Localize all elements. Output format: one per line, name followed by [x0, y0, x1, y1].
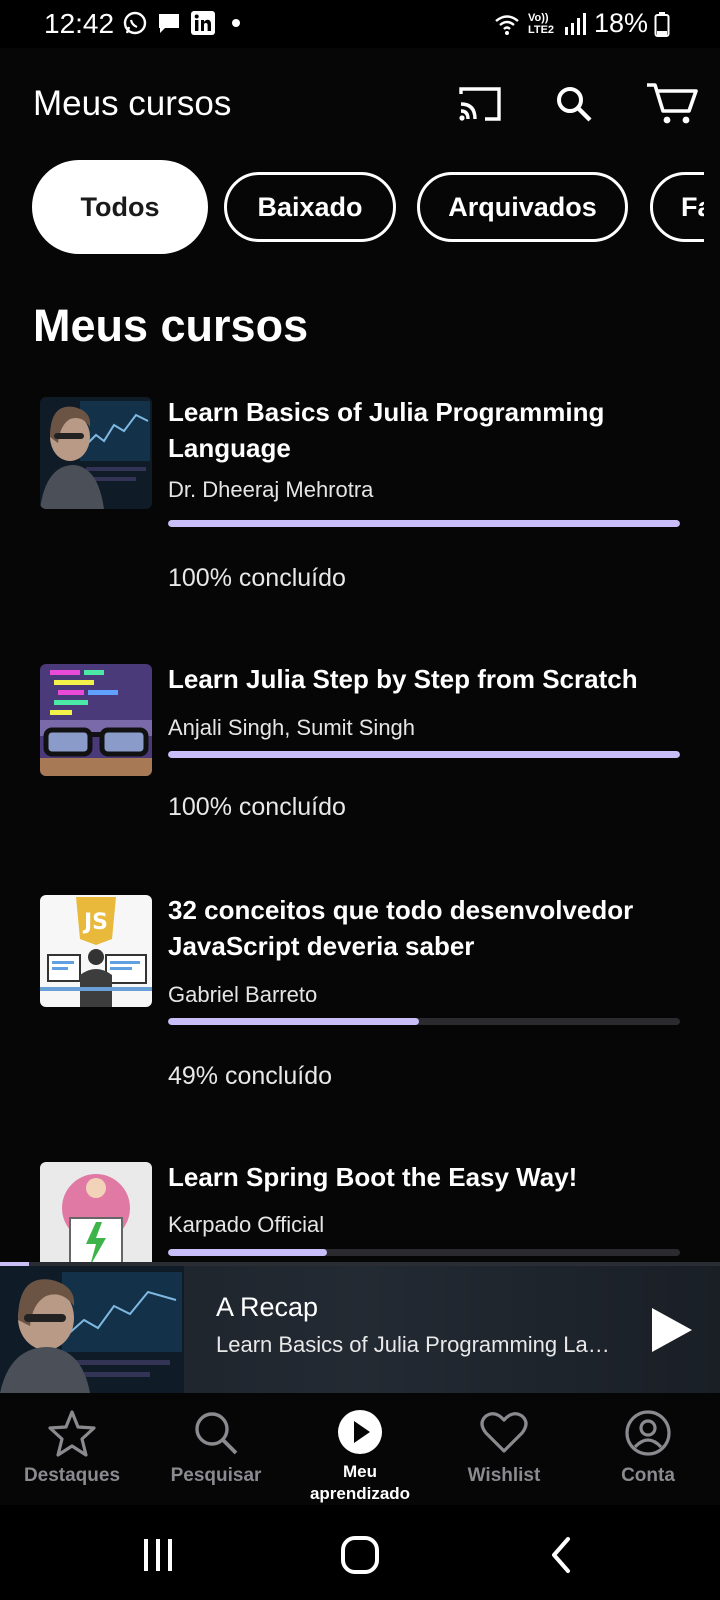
chip-favoritos[interactable]: Fa [650, 172, 704, 242]
mini-player-subtitle: Learn Basics of Julia Programming Langua… [216, 1332, 616, 1357]
course-thumbnail [40, 397, 152, 509]
section-title: Meus cursos [33, 300, 309, 351]
nav-label: Meu aprendizado [309, 1462, 411, 1503]
course-author: Anjali Singh, Sumit Singh [168, 715, 416, 740]
battery-percent: 18% [593, 8, 648, 38]
star-icon [48, 1410, 96, 1457]
nav-label: Pesquisar [170, 1465, 262, 1486]
course-progress-fill [168, 751, 680, 758]
course-item[interactable]: Learn Spring Boot the Easy Way! Karpado … [0, 1162, 720, 1262]
play-circle-icon [338, 1410, 382, 1454]
cast-icon [459, 87, 501, 121]
search-icon [557, 87, 592, 122]
bottom-navigation: Destaques Pesquisar Meu aprendizado Wish… [0, 1393, 720, 1505]
filter-chips: Todos Baixado Arquivados Fa [32, 160, 704, 254]
nav-destaques[interactable]: Destaques [0, 1393, 144, 1505]
heart-icon [480, 1412, 528, 1453]
back-button[interactable] [532, 1525, 592, 1585]
course-progress-bar [168, 751, 680, 758]
more-notifications-dot [232, 19, 240, 27]
linkedin-icon [191, 11, 215, 35]
status-bar: 12:42 Vo)) LTE2 18% [0, 0, 720, 48]
whatsapp-icon [123, 11, 147, 35]
course-progress-fill [168, 1249, 327, 1256]
course-status: 49% concluído [168, 1062, 333, 1090]
page-title: Meus cursos [33, 84, 232, 123]
course-status: 100% concluído [168, 564, 346, 592]
account-icon [625, 1410, 671, 1456]
nav-meu-aprendizado[interactable]: Meu aprendizado [288, 1393, 432, 1505]
wifi-icon [495, 14, 519, 35]
course-item[interactable]: JS 32 conceitos que todo desenvolvedor J… [0, 895, 720, 1095]
nav-pesquisar[interactable]: Pesquisar [144, 1393, 288, 1505]
course-thumbnail: JS [40, 895, 152, 1007]
home-icon [341, 1536, 379, 1574]
notification-icons [122, 10, 240, 36]
search-icon [195, 1412, 238, 1455]
chip-todos[interactable]: Todos [32, 160, 208, 254]
nav-label: Conta [621, 1465, 675, 1486]
message-icon [159, 14, 179, 33]
system-navigation-bar [0, 1505, 720, 1600]
chip-baixado[interactable]: Baixado [224, 172, 396, 242]
play-button[interactable] [644, 1302, 700, 1358]
back-icon [552, 1537, 570, 1573]
recent-apps-icon [144, 1539, 172, 1571]
battery-icon [654, 11, 670, 37]
cast-button[interactable] [452, 76, 508, 132]
course-title: 32 conceitos que todo desenvolvedor Java… [168, 895, 634, 961]
system-status: Vo)) LTE2 18% [492, 8, 670, 39]
nav-label: Destaques [23, 1465, 121, 1486]
svg-text:JS: JS [82, 910, 108, 935]
nav-wishlist[interactable]: Wishlist [432, 1393, 576, 1505]
course-author: Gabriel Barreto [168, 982, 318, 1007]
course-thumbnail [40, 664, 152, 776]
nav-conta[interactable]: Conta [576, 1393, 720, 1505]
course-title: Learn Basics of Julia Programming Langua… [168, 397, 605, 463]
play-icon [652, 1308, 692, 1352]
course-author: Karpado Official [168, 1212, 325, 1237]
course-status: 100% concluído [168, 793, 346, 821]
course-progress-bar [168, 520, 680, 527]
chip-arquivados[interactable]: Arquivados [417, 172, 628, 242]
cart-button[interactable] [644, 76, 700, 132]
signal-icon [564, 12, 586, 35]
course-progress-fill [168, 1018, 419, 1025]
network-label: Vo)) LTE2 [527, 11, 555, 36]
course-progress-fill [168, 520, 680, 527]
course-title: Learn Spring Boot the Easy Way! [168, 1162, 578, 1192]
nav-label: Wishlist [467, 1465, 541, 1486]
course-author: Dr. Dheeraj Mehrotra [168, 477, 374, 502]
course-progress-bar [168, 1249, 680, 1256]
status-time: 12:42 [44, 8, 115, 39]
course-item[interactable]: Learn Julia Step by Step from Scratch An… [0, 664, 720, 834]
course-item[interactable]: Learn Basics of Julia Programming Langua… [0, 397, 720, 597]
course-progress-bar [168, 1018, 680, 1025]
mini-player-thumbnail [0, 1266, 184, 1393]
course-thumbnail [40, 1162, 152, 1262]
mini-player[interactable]: A Recap Learn Basics of Julia Programmin… [0, 1262, 720, 1393]
recent-apps-button[interactable] [128, 1525, 188, 1585]
course-title: Learn Julia Step by Step from Scratch [168, 664, 638, 694]
app-bar: Meus cursos [0, 48, 720, 160]
search-button[interactable] [546, 76, 602, 132]
cart-icon [647, 83, 698, 124]
home-button[interactable] [330, 1525, 390, 1585]
mini-player-title: A Recap [216, 1292, 319, 1322]
